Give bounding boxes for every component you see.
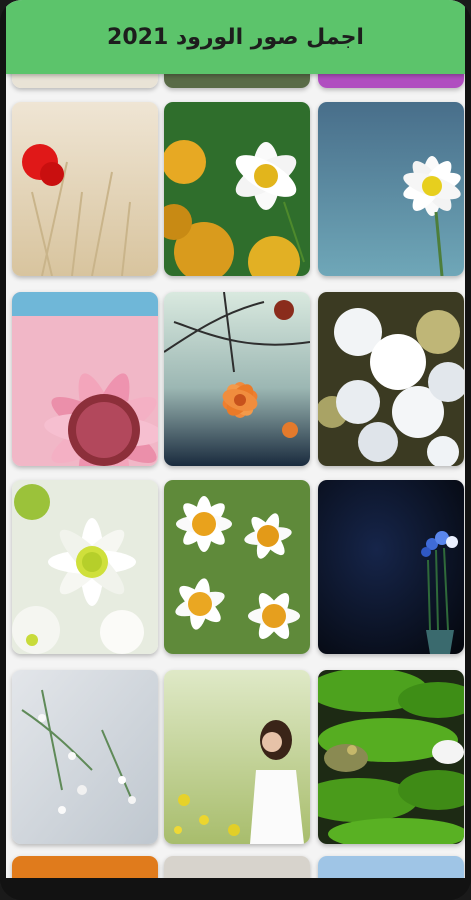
gallery-tile-white-chrysanthemum[interactable]: [12, 480, 158, 654]
gallery-tile-frog-lily[interactable]: [318, 670, 464, 844]
gallery-tile-orange-blossom[interactable]: [164, 292, 310, 466]
gallery-tile-small-buds[interactable]: [12, 670, 158, 844]
gallery-tile-girl-meadow[interactable]: [164, 670, 310, 844]
gallery-tile-white-narcissus[interactable]: [318, 102, 464, 276]
image-grid[interactable]: [6, 0, 465, 878]
gallery-tile-pink-gerbera[interactable]: [12, 292, 158, 466]
gallery-tile-white-hydrangea[interactable]: [318, 292, 464, 466]
gallery-tile-partial[interactable]: [164, 856, 310, 878]
gallery-tile-daisy-field[interactable]: [164, 480, 310, 654]
gallery-tile-partial[interactable]: [12, 856, 158, 878]
phone-frame: اجمل صور الورود 2021: [0, 0, 471, 900]
gallery-tile-red-poppy[interactable]: [12, 102, 158, 276]
app-screen: اجمل صور الورود 2021: [6, 0, 465, 878]
gallery-tile-partial[interactable]: [318, 856, 464, 878]
page-title: اجمل صور الورود 2021: [107, 24, 364, 50]
device-bottom-bezel: [0, 878, 471, 900]
gallery-tile-blue-flowers[interactable]: [318, 480, 464, 654]
app-bar: اجمل صور الورود 2021: [6, 0, 465, 74]
gallery-tile-white-daisy[interactable]: [164, 102, 310, 276]
